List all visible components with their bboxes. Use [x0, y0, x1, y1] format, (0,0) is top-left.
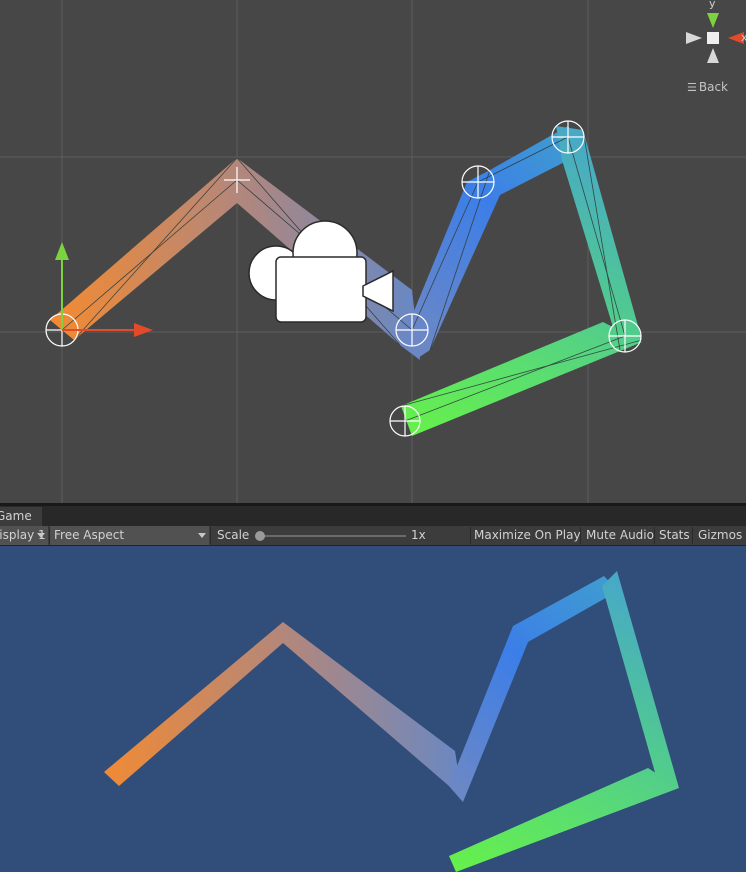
back-button[interactable]: ☰ Back [687, 80, 728, 94]
chevron-down-icon [37, 533, 45, 538]
divider [580, 527, 581, 544]
chevron-down-icon [198, 533, 206, 538]
orientation-gizmo[interactable]: y x [686, 0, 746, 63]
aspect-dropdown[interactable]: Free Aspect [50, 526, 209, 545]
game-view[interactable] [0, 546, 746, 872]
back-label: Back [698, 80, 729, 94]
tab-game[interactable]: Game [0, 507, 42, 526]
bone-handle-icon [395, 313, 429, 347]
divider [692, 527, 693, 544]
mute-audio-toggle[interactable]: Mute Audio [586, 526, 654, 545]
bone-handle-icon [461, 165, 495, 199]
bone-handle-icon [389, 405, 421, 437]
divider [210, 527, 211, 544]
hamburger-icon: ☰ [687, 81, 697, 94]
scale-value: 1x [411, 528, 426, 542]
divider [470, 527, 471, 544]
bone-handle-icon [551, 120, 585, 154]
axis-x-label: x [741, 31, 746, 44]
scale-slider-handle[interactable] [255, 531, 265, 541]
stats-toggle[interactable]: Stats [659, 526, 690, 545]
divider [654, 527, 655, 544]
scale-label: Scale [217, 528, 250, 542]
bone-handle-icon [608, 319, 642, 353]
scene-canvas[interactable]: y x [0, 0, 746, 503]
scale-slider-track[interactable] [258, 535, 406, 537]
game-tab-bar: Game [0, 506, 746, 526]
aspect-dropdown-label: Free Aspect [54, 528, 125, 542]
scene-grid [0, 0, 746, 503]
line-renderer-output [104, 571, 679, 872]
scene-view[interactable]: y x ☰ Back [0, 0, 746, 503]
axis-y-label: y [709, 0, 716, 10]
gizmos-dropdown[interactable]: Gizmos [698, 526, 742, 545]
maximize-on-play-toggle[interactable]: Maximize On Play [474, 526, 581, 545]
game-canvas [104, 571, 679, 872]
game-toolbar: Display 1 Free Aspect Scale 1x Maximize … [0, 526, 746, 546]
